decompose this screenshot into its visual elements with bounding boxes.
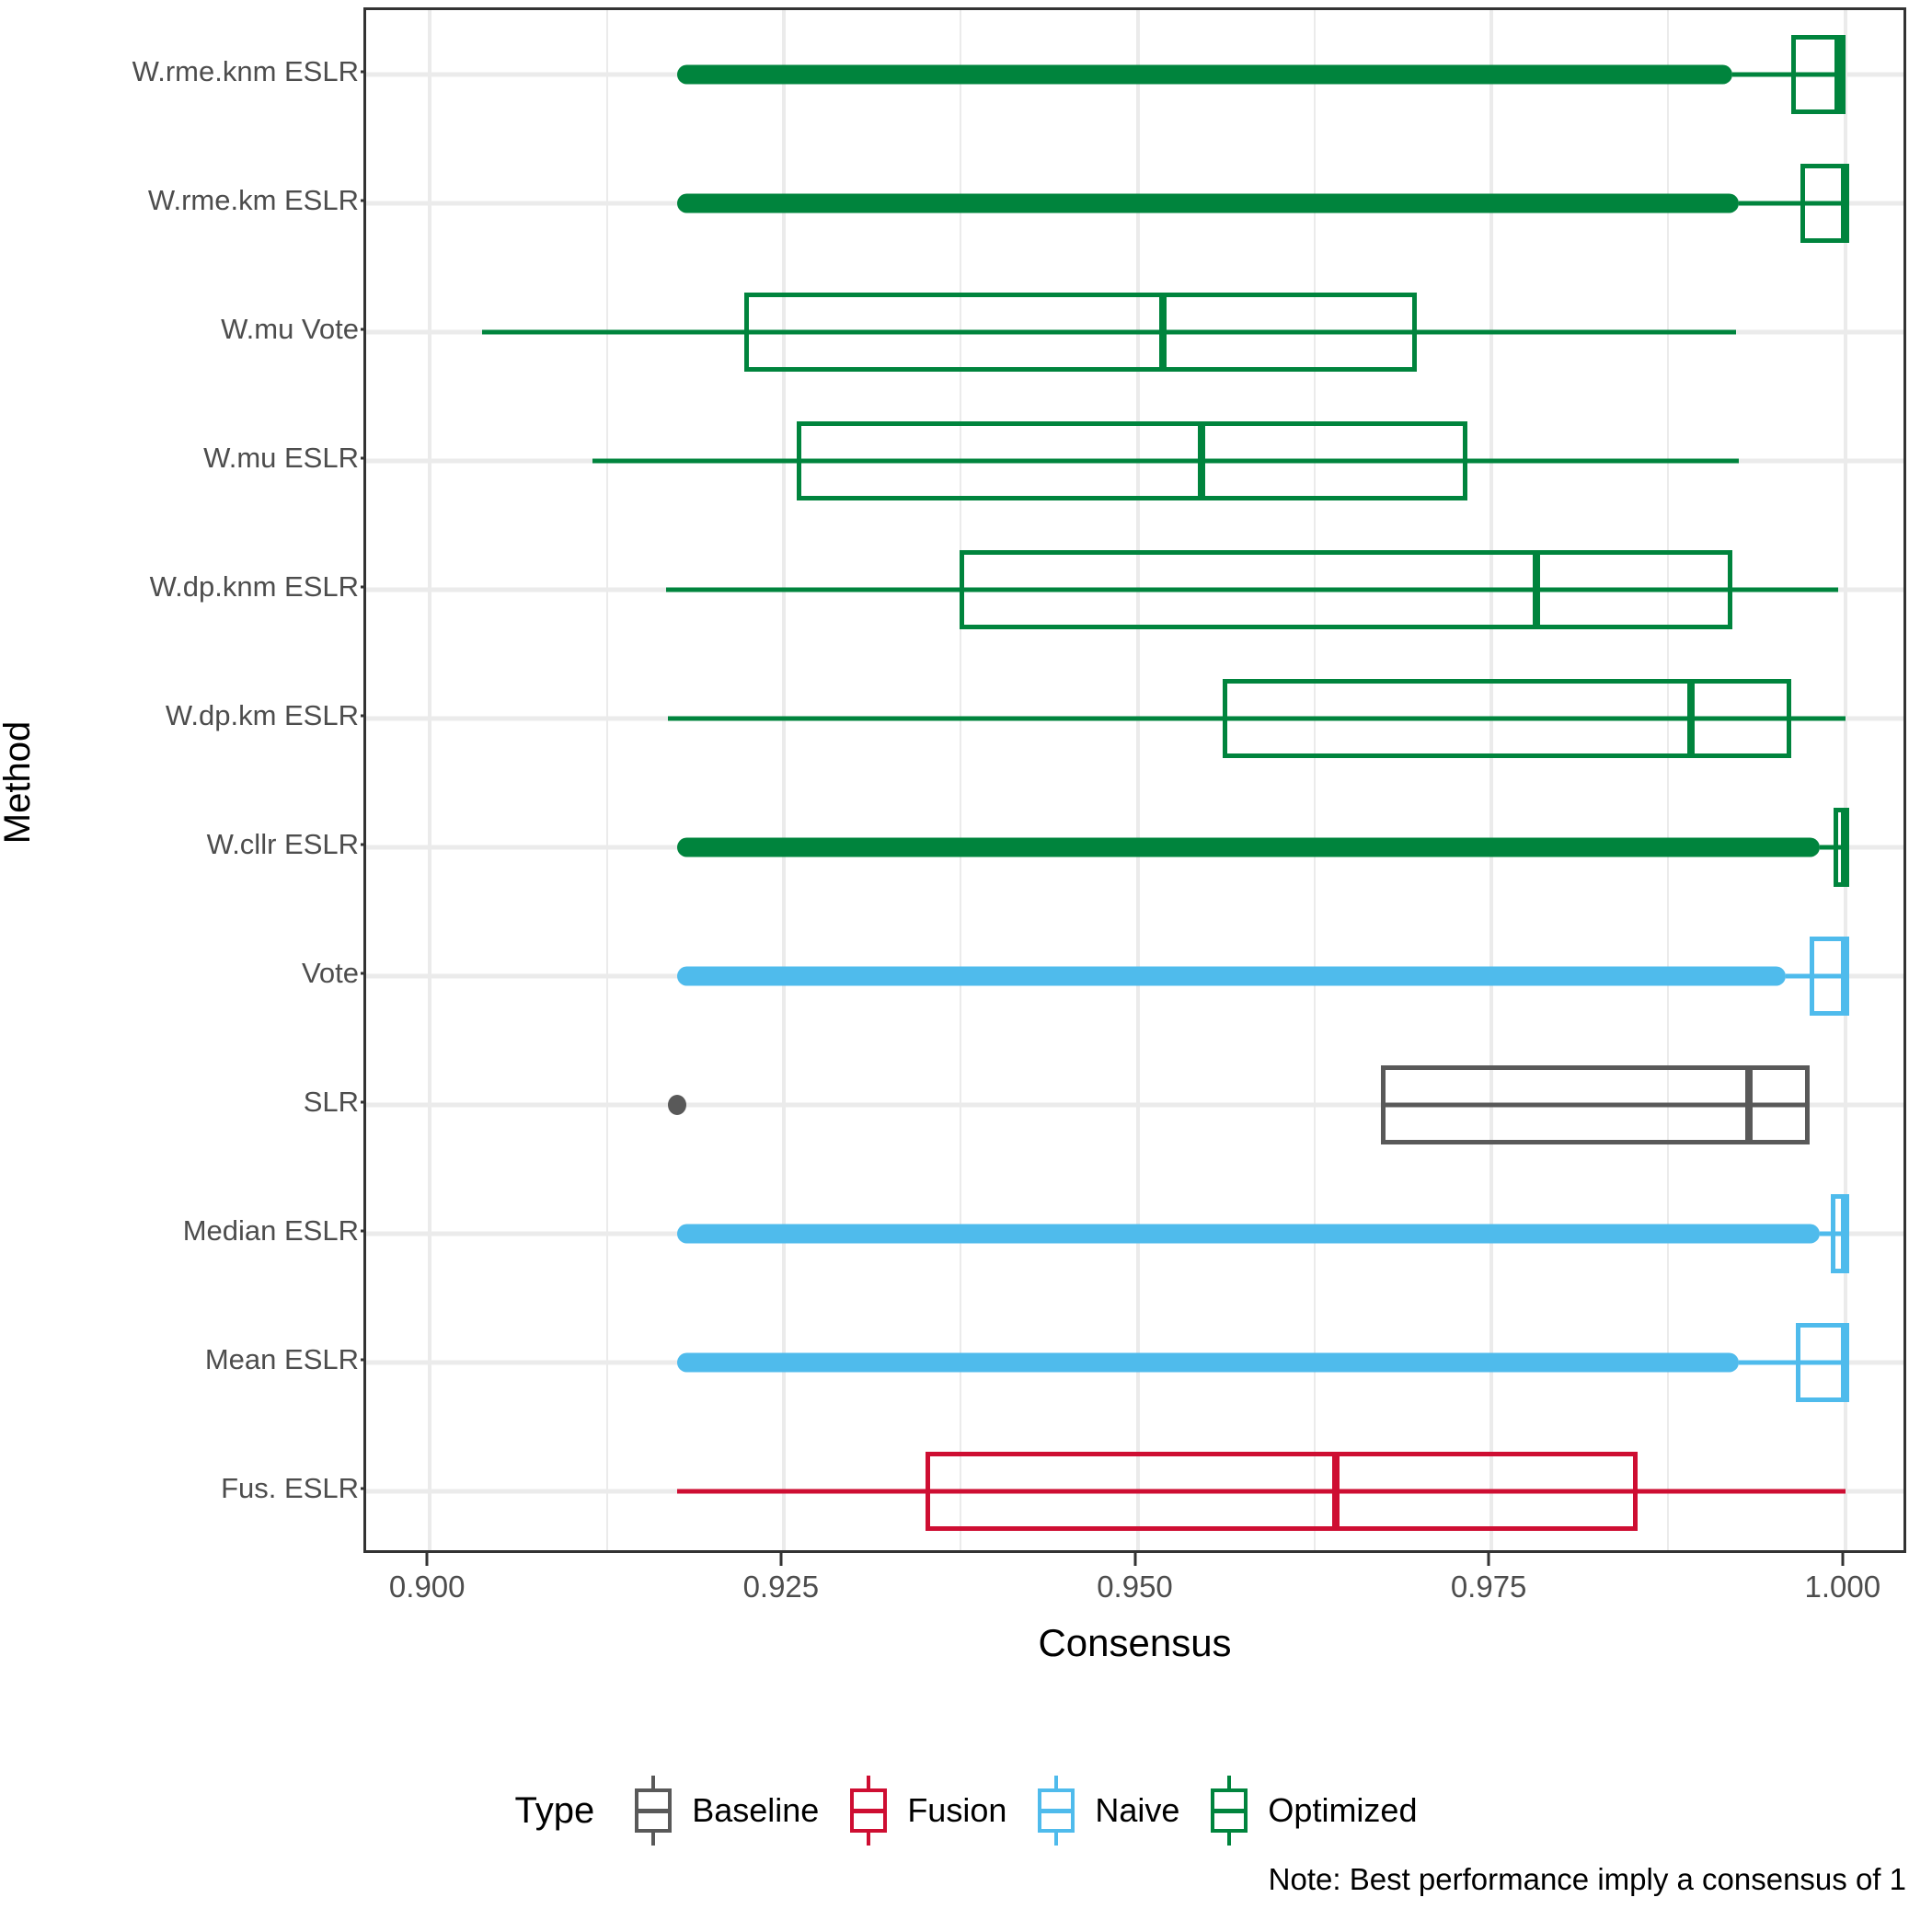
legend-title: Type: [514, 1789, 595, 1831]
boxplot-outlier-band: [677, 193, 1740, 213]
gridline-major-vertical: [1489, 10, 1494, 1550]
y-axis-tick-label: W.mu Vote: [221, 313, 359, 345]
boxplot-outlier-band: [677, 837, 1821, 857]
gridline-minor-vertical: [1667, 10, 1670, 1550]
boxplot-outlier-band: [677, 966, 1787, 986]
boxplot-median: [1687, 678, 1696, 759]
gridline-minor-vertical: [960, 10, 962, 1550]
boxplot-median: [1841, 163, 1849, 244]
y-axis-tick-label: W.mu ESLR: [203, 442, 359, 474]
legend-key-boxplot-icon: [1030, 1776, 1082, 1846]
legend-entry[interactable]: Optimized: [1203, 1776, 1417, 1846]
y-axis-tick-label: Mean ESLR: [204, 1343, 359, 1375]
legend-label: Optimized: [1268, 1791, 1418, 1829]
y-axis-tick-label: Median ESLR: [182, 1214, 359, 1247]
gridline-major-vertical: [1135, 10, 1140, 1550]
boxplot-outlier-band: [677, 64, 1732, 85]
boxplot-box: [1810, 936, 1846, 1017]
y-axis-tick-label: W.dp.knm ESLR: [149, 570, 359, 603]
y-axis-tick-label: W.rme.knm ESLR: [132, 55, 359, 87]
legend-entry[interactable]: Naive: [1030, 1776, 1179, 1846]
legend-key-median: [635, 1809, 673, 1813]
legend-label: Naive: [1095, 1791, 1180, 1829]
gridline-major-vertical: [781, 10, 786, 1550]
x-axis-title: Consensus: [1038, 1621, 1232, 1664]
legend-label: Fusion: [907, 1791, 1007, 1829]
y-axis-tick-label: Fus. ESLR: [221, 1472, 359, 1504]
x-axis-tick-label: 0.950: [1097, 1570, 1173, 1604]
x-axis-tick-mark: [779, 1553, 783, 1566]
legend-label: Baseline: [692, 1791, 820, 1829]
boxplot-box: [796, 420, 1467, 501]
legend-entry[interactable]: Baseline: [627, 1776, 819, 1846]
boxplot-median: [1159, 292, 1167, 373]
chart-note: Note: Best performance imply a consensus…: [1268, 1862, 1906, 1896]
boxplot-box: [743, 292, 1417, 373]
x-axis-tick-label: 0.900: [388, 1570, 466, 1604]
boxplot-median: [1841, 1193, 1849, 1274]
boxplot-outlier-band: [677, 1224, 1821, 1244]
gridline-minor-vertical: [1313, 10, 1316, 1550]
boxplot-box: [1795, 1322, 1846, 1403]
y-axis-title: Method: [0, 0, 39, 1564]
boxplot-box: [1222, 678, 1792, 759]
legend-key-boxplot-icon: [843, 1776, 894, 1846]
x-axis-tick-label: 0.975: [1450, 1570, 1527, 1604]
chart-root: Method W.rme.knm ESLR W.rme.km ESLR W.mu V…: [0, 0, 1932, 1932]
y-axis-tick-label: SLR: [303, 1086, 359, 1118]
boxplot-median: [1745, 1064, 1754, 1145]
x-axis-tick-label: 1.000: [1804, 1570, 1881, 1604]
y-axis-tick-label: W.cllr ESLR: [206, 828, 359, 860]
legend-key-boxplot-icon: [627, 1776, 679, 1846]
boxplot-outlier-band: [677, 1352, 1740, 1373]
gridline-major-vertical: [428, 10, 432, 1550]
boxplot-box: [1800, 163, 1846, 244]
boxplot-median: [1841, 1322, 1849, 1403]
boxplot-box: [925, 1451, 1638, 1532]
y-axis-title-text: Method: [0, 720, 39, 844]
legend-key-boxplot-icon: [1203, 1776, 1255, 1846]
legend-key-median: [1211, 1809, 1248, 1813]
x-axis-tick-mark: [425, 1553, 429, 1566]
y-axis-tick-label: W.dp.km ESLR: [165, 699, 359, 731]
boxplot-median: [1331, 1451, 1340, 1532]
plot-panel: [363, 7, 1906, 1553]
boxplot-outlier-point: [668, 1095, 687, 1115]
boxplot-median: [1841, 807, 1849, 888]
gridline-minor-vertical: [605, 10, 608, 1550]
x-axis-tick-mark: [1133, 1553, 1136, 1566]
y-axis-tick-label: Vote: [301, 957, 359, 989]
y-axis-tick-labels: W.rme.knm ESLR W.rme.km ESLR W.mu Vote W.mu…: [37, 0, 373, 1564]
boxplot-median: [1533, 549, 1541, 630]
y-axis-tick-label: W.rme.km ESLR: [147, 184, 359, 216]
boxplot-box: [959, 549, 1732, 630]
legend-key-median: [850, 1809, 888, 1813]
x-axis-tick-mark: [1487, 1553, 1490, 1566]
boxplot-median: [1841, 936, 1849, 1017]
boxplot-median: [1197, 420, 1205, 501]
legend-entry[interactable]: Fusion: [843, 1776, 1006, 1846]
legend: Type Baseline Fusion Naive Optimized: [0, 1776, 1932, 1846]
legend-key-median: [1038, 1809, 1075, 1813]
boxplot-median: [1834, 34, 1843, 115]
x-axis-tick-mark: [1841, 1553, 1845, 1566]
x-axis-tick-label: 0.925: [742, 1570, 820, 1604]
